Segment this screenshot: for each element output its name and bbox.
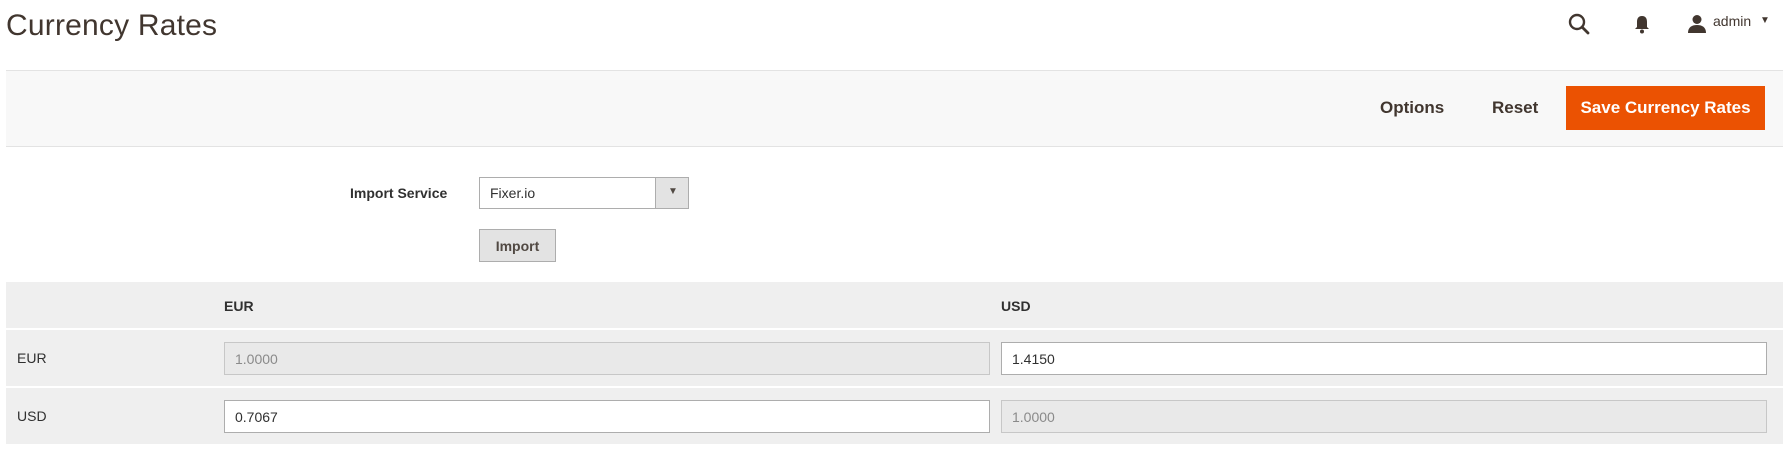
rate-input-eur-eur — [224, 342, 990, 375]
user-menu-label[interactable]: admin — [1713, 13, 1751, 29]
rate-input-usd-usd — [1001, 400, 1767, 433]
import-service-label: Import Service — [350, 185, 448, 201]
select-toggle[interactable]: ▼ — [655, 178, 688, 208]
save-currency-rates-button[interactable]: Save Currency Rates — [1566, 86, 1765, 130]
chevron-down-icon[interactable]: ▼ — [1760, 15, 1770, 26]
options-button[interactable]: Options — [1380, 98, 1444, 118]
import-button[interactable]: Import — [479, 229, 556, 262]
grid-row: USD — [6, 386, 1783, 444]
column-header: USD — [1001, 298, 1031, 314]
row-label: USD — [17, 408, 47, 424]
rate-input-eur-usd[interactable] — [1001, 342, 1767, 375]
user-icon[interactable] — [1685, 12, 1709, 36]
page-actions-bar: Options Reset Save Currency Rates — [6, 70, 1783, 147]
import-service-value: Fixer.io — [490, 185, 536, 201]
import-service-select[interactable]: Fixer.io ▼ — [479, 177, 689, 209]
reset-button[interactable]: Reset — [1492, 98, 1538, 118]
row-label: EUR — [17, 350, 47, 366]
search-icon[interactable] — [1567, 12, 1591, 36]
column-header: EUR — [224, 298, 254, 314]
chevron-down-icon: ▼ — [668, 186, 678, 197]
grid-header-row: EUR USD — [6, 282, 1783, 328]
bell-icon[interactable] — [1630, 12, 1654, 36]
rate-input-usd-eur[interactable] — [224, 400, 990, 433]
page-title: Currency Rates — [6, 9, 218, 42]
currency-rates-grid: EUR USD EUR USD — [6, 282, 1783, 444]
grid-row: EUR — [6, 328, 1783, 386]
